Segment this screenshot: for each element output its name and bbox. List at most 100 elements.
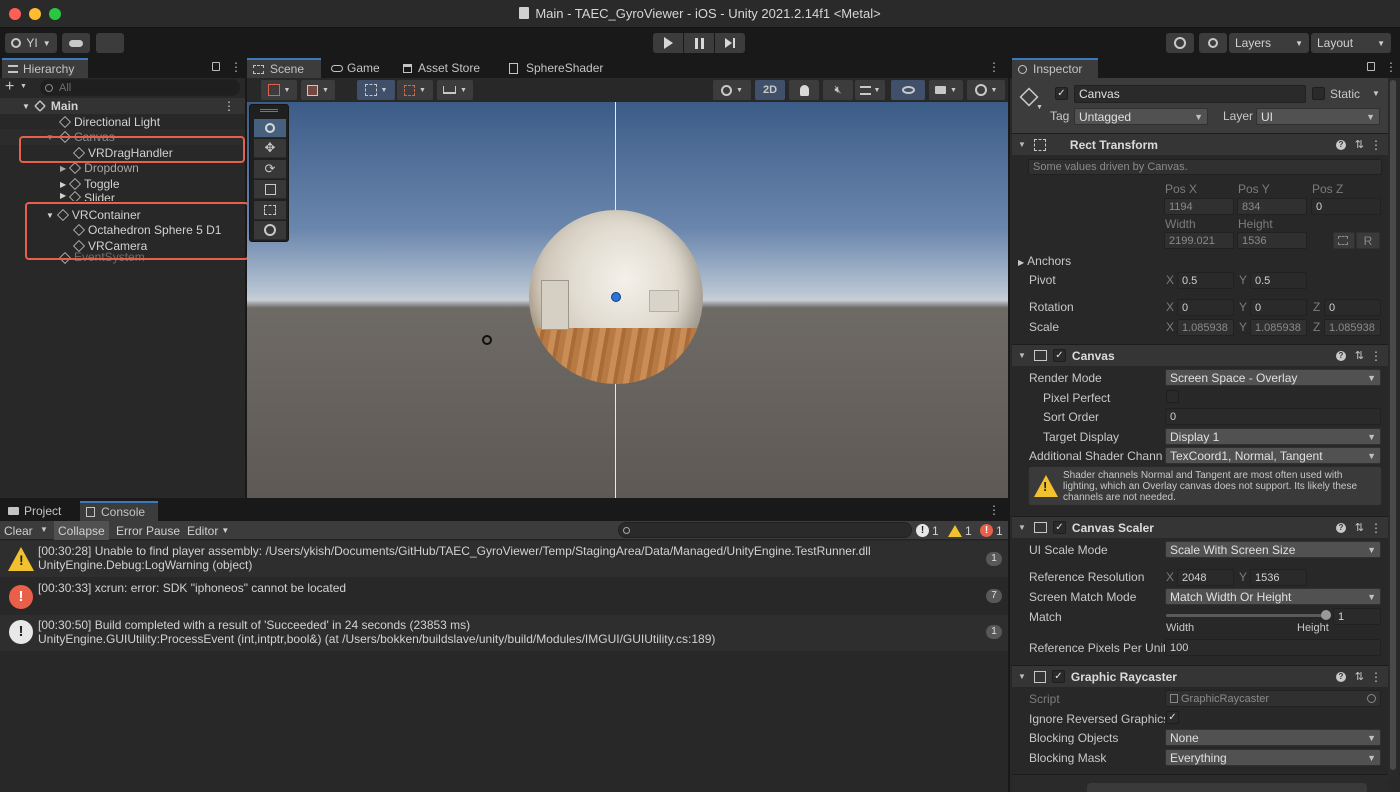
chevron-down-icon[interactable]: ▼: [20, 83, 27, 90]
editor-dropdown[interactable]: Editor ▼: [183, 521, 233, 540]
help-icon[interactable]: ?: [1336, 139, 1346, 150]
tab-project[interactable]: Project: [2, 501, 67, 521]
tab-scene[interactable]: Scene: [247, 58, 321, 78]
hierarchy-item-toggle[interactable]: ▶ Toggle: [60, 176, 120, 192]
tab-hierarchy[interactable]: Hierarchy: [2, 58, 88, 78]
more-options-icon[interactable]: ⋮: [1370, 521, 1382, 535]
scale-tool-button[interactable]: [254, 180, 286, 199]
inspector-scrollbar[interactable]: [1388, 78, 1398, 778]
search-button[interactable]: [1199, 33, 1227, 53]
clear-button[interactable]: Clear: [0, 521, 37, 540]
add-component-button[interactable]: [1087, 783, 1367, 792]
scale-x-field[interactable]: 1.085938: [1177, 319, 1234, 336]
rot-z-field[interactable]: 0: [1324, 299, 1381, 316]
match-slider-track[interactable]: [1166, 610, 1331, 620]
tag-dropdown[interactable]: Untagged ▼: [1074, 108, 1208, 125]
scene-row-main[interactable]: ▼ Main ⋮: [0, 98, 245, 114]
width-field[interactable]: 2199.021: [1164, 232, 1234, 249]
info-filter-toggle[interactable]: ! 1: [916, 521, 939, 540]
more-options-icon[interactable]: ⋮: [1370, 349, 1382, 363]
more-options-icon[interactable]: ⋮: [223, 99, 235, 113]
preset-icon[interactable]: ⇅: [1355, 349, 1364, 362]
tab-console[interactable]: Console: [80, 501, 158, 521]
shading-mode-dropdown[interactable]: ▼: [713, 80, 751, 100]
screen-match-mode-dropdown[interactable]: Match Width Or Height ▼: [1165, 588, 1381, 605]
posz-field[interactable]: 0: [1311, 198, 1381, 215]
reference-resolution-y-field[interactable]: 1536: [1250, 569, 1307, 586]
render-mode-dropdown[interactable]: Screen Space - Overlay ▼: [1165, 369, 1381, 386]
more-options-icon[interactable]: ⋮: [988, 60, 1000, 74]
layers-dropdown[interactable]: Layers ▼: [1229, 33, 1309, 53]
increment-snap-dropdown[interactable]: ▼: [437, 80, 473, 100]
help-icon[interactable]: ?: [1336, 522, 1346, 533]
render-mode-dropdown[interactable]: ▼: [301, 80, 335, 100]
more-options-icon[interactable]: ⋮: [230, 60, 242, 74]
rot-y-field[interactable]: 0: [1250, 299, 1307, 316]
blocking-objects-dropdown[interactable]: None ▼: [1165, 729, 1381, 746]
static-checkbox[interactable]: [1312, 87, 1325, 100]
ui-scale-mode-dropdown[interactable]: Scale With Screen Size ▼: [1165, 541, 1381, 558]
grid-snap-dropdown[interactable]: ▼: [397, 80, 433, 100]
audio-toggle-button[interactable]: 🔇︎: [823, 80, 853, 100]
graphic-raycaster-header[interactable]: ▼ ✓ Graphic Raycaster ? ⇅ ⋮: [1012, 665, 1388, 687]
shader-channels-dropdown[interactable]: TexCoord1, Normal, Tangent ▼: [1165, 447, 1381, 464]
scale-z-field[interactable]: 1.085938: [1324, 319, 1381, 336]
history-button[interactable]: [1166, 33, 1194, 53]
blueprint-mode-button[interactable]: [1333, 232, 1355, 249]
object-picker-icon[interactable]: [1367, 694, 1376, 703]
help-icon[interactable]: ?: [1336, 671, 1346, 682]
rot-x-field[interactable]: 0: [1177, 299, 1234, 316]
warning-filter-toggle[interactable]: 1: [948, 521, 972, 540]
preset-icon[interactable]: ⇅: [1355, 138, 1364, 151]
rect-transform-header[interactable]: ▼ Rect Transform ? ⇅ ⋮: [1012, 133, 1388, 155]
log-entry-warning[interactable]: ! [00:30:28] Unable to find player assem…: [0, 541, 1008, 577]
chevron-down-icon[interactable]: ▼: [40, 525, 48, 534]
error-pause-toggle[interactable]: Error Pause: [112, 521, 184, 540]
canvas-scaler-enabled-checkbox[interactable]: ✓: [1052, 521, 1066, 534]
anchors-foldout[interactable]: ▶ Anchors: [1018, 254, 1071, 268]
active-checkbox[interactable]: ✓: [1055, 87, 1068, 100]
chevron-down-icon[interactable]: ▼: [1372, 89, 1380, 98]
scale-y-field[interactable]: 1.085938: [1250, 319, 1307, 336]
pivot-x-field[interactable]: 0.5: [1177, 272, 1234, 289]
more-options-icon[interactable]: ⋮: [1370, 670, 1382, 684]
more-options-icon[interactable]: ⋮: [1370, 138, 1382, 152]
height-field[interactable]: 1536: [1237, 232, 1307, 249]
view-tool-button[interactable]: [254, 119, 286, 138]
transform-tool-button[interactable]: [254, 221, 286, 240]
scene-viewport[interactable]: [247, 102, 1008, 498]
pause-button[interactable]: [684, 33, 714, 53]
preset-icon[interactable]: ⇅: [1355, 521, 1364, 534]
ignore-reversed-graphics-checkbox[interactable]: ✓: [1166, 711, 1179, 724]
tab-asset-store[interactable]: Asset Store: [397, 58, 486, 78]
draw-mode-dropdown[interactable]: ▼: [261, 80, 297, 100]
posx-field[interactable]: 1194: [1164, 198, 1234, 215]
raycaster-enabled-checkbox[interactable]: ✓: [1051, 670, 1065, 683]
match-value-field[interactable]: 1: [1333, 608, 1381, 625]
account-button[interactable]: YI ▼: [5, 33, 57, 53]
match-slider-thumb[interactable]: [1321, 610, 1331, 620]
layout-dropdown[interactable]: Layout ▼: [1311, 33, 1391, 53]
layer-dropdown[interactable]: UI ▼: [1256, 108, 1380, 125]
log-entry-info[interactable]: ! [00:30:50] Build completed with a resu…: [0, 615, 1008, 651]
log-entry-error[interactable]: ! [00:30:33] xcrun: error: SDK "iphoneos…: [0, 577, 1008, 615]
error-filter-toggle[interactable]: ! 1: [980, 521, 1003, 540]
script-field[interactable]: GraphicRaycaster: [1165, 690, 1381, 707]
pixel-perfect-checkbox[interactable]: [1166, 390, 1179, 403]
drag-handle-icon[interactable]: [260, 109, 278, 112]
add-icon[interactable]: +: [5, 78, 14, 96]
snap-settings-dropdown[interactable]: ▼: [357, 80, 395, 100]
more-options-icon[interactable]: ⋮: [1385, 60, 1397, 74]
move-tool-button[interactable]: ✥: [254, 139, 286, 158]
canvas-enabled-checkbox[interactable]: ✓: [1052, 349, 1066, 362]
gizmos-dropdown[interactable]: ▼: [967, 80, 1005, 100]
play-button[interactable]: [653, 33, 683, 53]
hierarchy-search-input[interactable]: All: [40, 79, 240, 96]
console-search-input[interactable]: [618, 522, 912, 538]
rect-tool-button[interactable]: [254, 201, 286, 220]
scrollbar-thumb[interactable]: [1390, 80, 1396, 770]
step-button[interactable]: [715, 33, 745, 53]
target-display-dropdown[interactable]: Display 1 ▼: [1165, 428, 1381, 445]
posy-field[interactable]: 834: [1237, 198, 1307, 215]
scene-visibility-toggle[interactable]: [891, 80, 925, 100]
